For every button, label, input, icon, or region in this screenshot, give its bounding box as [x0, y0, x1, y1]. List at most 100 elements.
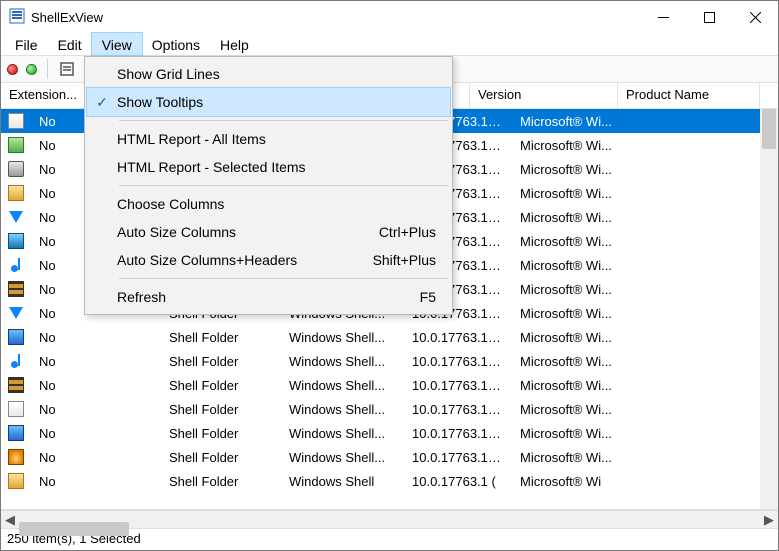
cell-description: Windows Shell... [281, 354, 404, 369]
row-icon [1, 329, 31, 345]
menu-help-label: Help [220, 37, 249, 53]
cell-product: Microsoft® Wi... [512, 378, 642, 393]
cell-disabled: No [31, 450, 161, 465]
cell-type: Shell Folder [161, 426, 281, 441]
row-icon [1, 258, 31, 272]
properties-button[interactable] [58, 60, 76, 78]
cell-product: Microsoft® Wi... [512, 258, 642, 273]
menu-separator [119, 120, 448, 121]
cell-type: Shell Folder [161, 378, 281, 393]
cell-version: 10.0.17763.1 (... [404, 378, 512, 393]
maximize-button[interactable] [686, 1, 732, 33]
menu-item[interactable]: HTML Report - Selected Items [87, 153, 450, 181]
scroll-right-button[interactable]: ▶ [760, 511, 778, 529]
horizontal-scrollbar-thumb[interactable] [19, 522, 129, 536]
menu-options-label: Options [152, 37, 200, 53]
menu-help[interactable]: Help [210, 33, 259, 55]
menu-item-label: HTML Report - Selected Items [117, 159, 356, 175]
row-icon [1, 137, 31, 153]
menu-item[interactable]: ✓Show Tooltips [87, 88, 450, 116]
cell-disabled: No [31, 474, 161, 489]
menu-edit[interactable]: Edit [48, 33, 92, 55]
header-version[interactable]: Version [470, 83, 618, 108]
row-icon [1, 401, 31, 417]
row-icon [1, 449, 31, 465]
minimize-button[interactable] [640, 1, 686, 33]
menu-options[interactable]: Options [142, 33, 210, 55]
menu-separator [119, 185, 448, 186]
cell-type: Shell Folder [161, 402, 281, 417]
cell-description: Windows Shell... [281, 402, 404, 417]
menu-item[interactable]: RefreshF5 [87, 283, 450, 311]
row-icon [1, 211, 31, 223]
view-dropdown-menu: Show Grid Lines✓Show Tooltips HTML Report… [84, 56, 453, 315]
table-row[interactable]: NoShell FolderWindows Shell...10.0.17763… [1, 349, 778, 373]
menu-file[interactable]: File [5, 33, 48, 55]
row-icon [1, 425, 31, 441]
menu-item-accelerator: Shift+Plus [356, 252, 436, 268]
cell-product: Microsoft® Wi... [512, 210, 642, 225]
menu-file-label: File [15, 37, 38, 53]
vertical-scrollbar[interactable] [760, 109, 778, 509]
cell-disabled: No [31, 426, 161, 441]
cell-version: 10.0.17763.1 (... [404, 402, 512, 417]
row-icon [1, 354, 31, 368]
window-title: ShellExView [31, 10, 103, 25]
row-icon [1, 473, 31, 489]
menu-item-accelerator: F5 [356, 289, 436, 305]
row-icon [1, 377, 31, 393]
vertical-scrollbar-thumb[interactable] [762, 109, 776, 149]
menu-item[interactable]: HTML Report - All Items [87, 125, 450, 153]
cell-description: Windows Shell... [281, 378, 404, 393]
cell-product: Microsoft® Wi... [512, 162, 642, 177]
menu-item-label: Choose Columns [117, 196, 356, 212]
table-row[interactable]: NoShell FolderWindows Shell...10.0.17763… [1, 445, 778, 469]
cell-version: 10.0.17763.1 (... [404, 330, 512, 345]
cell-type: Shell Folder [161, 330, 281, 345]
disable-extension-button[interactable] [7, 64, 18, 75]
menu-view[interactable]: View [92, 33, 142, 55]
cell-type: Shell Folder [161, 450, 281, 465]
cell-product: Microsoft® Wi... [512, 186, 642, 201]
cell-product: Microsoft® Wi [512, 474, 642, 489]
cell-product: Microsoft® Wi... [512, 138, 642, 153]
horizontal-scrollbar[interactable]: ◀ ▶ [1, 510, 778, 528]
cell-disabled: No [31, 330, 161, 345]
table-row[interactable]: NoShell FolderWindows Shell...10.0.17763… [1, 325, 778, 349]
cell-product: Microsoft® Wi... [512, 234, 642, 249]
menu-item[interactable]: Auto Size Columns+HeadersShift+Plus [87, 246, 450, 274]
titlebar: ShellExView [1, 1, 778, 33]
menu-item[interactable]: Show Grid Lines [87, 60, 450, 88]
cell-disabled: No [31, 378, 161, 393]
menu-item[interactable]: Choose Columns [87, 190, 450, 218]
menu-item-label: Show Tooltips [117, 94, 356, 110]
menu-item-label: Auto Size Columns [117, 224, 356, 240]
menubar: File Edit View Options Help [1, 33, 778, 55]
cell-description: Windows Shell [281, 474, 404, 489]
menu-item[interactable]: Auto Size ColumnsCtrl+Plus [87, 218, 450, 246]
cell-version: 10.0.17763.1 (... [404, 450, 512, 465]
app-window: ShellExView File Edit View Options Help … [0, 0, 779, 551]
table-row[interactable]: NoShell FolderWindows Shell...10.0.17763… [1, 373, 778, 397]
cell-description: Windows Shell... [281, 330, 404, 345]
row-icon [1, 185, 31, 201]
scroll-left-button[interactable]: ◀ [1, 511, 19, 529]
cell-description: Windows Shell... [281, 450, 404, 465]
row-icon [1, 307, 31, 319]
close-button[interactable] [732, 1, 778, 33]
row-icon [1, 161, 31, 177]
cell-product: Microsoft® Wi... [512, 450, 642, 465]
app-icon [9, 8, 25, 27]
table-row[interactable]: NoShell FolderWindows Shell10.0.17763.1 … [1, 469, 778, 493]
cell-type: Shell Folder [161, 354, 281, 369]
table-row[interactable]: NoShell FolderWindows Shell...10.0.17763… [1, 421, 778, 445]
enable-extension-button[interactable] [26, 64, 37, 75]
cell-disabled: No [31, 402, 161, 417]
menu-separator [119, 278, 448, 279]
cell-product: Microsoft® Wi... [512, 114, 642, 129]
cell-product: Microsoft® Wi... [512, 354, 642, 369]
cell-version: 10.0.17763.1 (... [404, 426, 512, 441]
header-product[interactable]: Product Name [618, 83, 760, 108]
menu-item-label: Refresh [117, 289, 356, 305]
table-row[interactable]: NoShell FolderWindows Shell...10.0.17763… [1, 397, 778, 421]
